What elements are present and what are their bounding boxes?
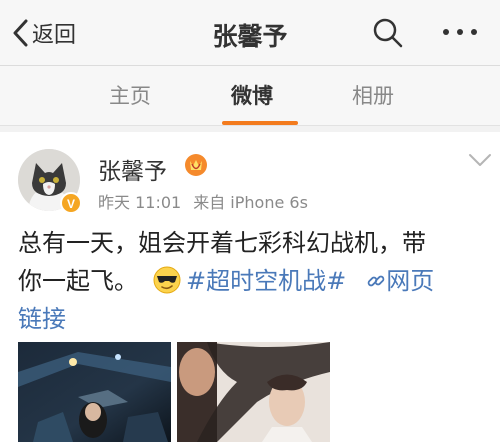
profile-tabs: 主页 微博 相册 [0, 66, 500, 126]
chevron-down-icon[interactable] [468, 152, 492, 168]
top-navigation-bar: 返回 张馨予 [0, 0, 500, 66]
svg-text:V: V [67, 197, 75, 211]
post-text-line: 总有一天，姐会开着七彩科幻战机，带 [18, 229, 426, 257]
post-username[interactable]: 张馨予 [98, 152, 167, 186]
hashtag-link[interactable]: #超时空机战# [186, 267, 346, 295]
sunglasses-emoji-icon [153, 266, 181, 294]
vip-badge-icon [185, 154, 207, 176]
search-icon[interactable] [372, 17, 404, 49]
post-text-line2: 你一起飞。 [18, 267, 138, 295]
link-icon [367, 275, 385, 287]
web-link-label: 网页 [386, 267, 435, 295]
post-meta: 昨天 11:01 来自 iPhone 6s [98, 189, 308, 213]
back-button[interactable]: 返回 [12, 14, 76, 52]
more-icon[interactable] [440, 22, 480, 42]
post-image-thumbnail[interactable] [18, 342, 171, 442]
back-chevron-icon [13, 19, 28, 47]
post-text-line: 你一起飞。 #超时空机战# 网页 [18, 262, 488, 300]
post-source: 来自 iPhone 6s [193, 193, 308, 212]
active-tab-indicator [222, 121, 298, 125]
post-text: 总有一天，姐会开着七彩科幻战机，带 你一起飞。 #超时空机战# 网页 链接 [18, 224, 488, 338]
scifi-scene-image [18, 342, 171, 442]
tab-home[interactable]: 主页 [109, 80, 151, 110]
web-link[interactable]: 网页 [366, 267, 434, 295]
post-card: V 张馨予 昨天 11:01 来自 iPhone 6s 总有一天，姐会开着七彩科… [0, 132, 500, 442]
verified-badge-icon: V [60, 192, 82, 214]
web-link-label-cont[interactable]: 链接 [18, 300, 488, 338]
portrait-image [177, 342, 330, 442]
tab-weibo[interactable]: 微博 [231, 80, 273, 110]
tab-album[interactable]: 相册 [352, 80, 394, 110]
back-label: 返回 [32, 23, 77, 48]
post-image-thumbnail[interactable] [177, 342, 330, 442]
post-time: 昨天 11:01 [98, 193, 182, 212]
